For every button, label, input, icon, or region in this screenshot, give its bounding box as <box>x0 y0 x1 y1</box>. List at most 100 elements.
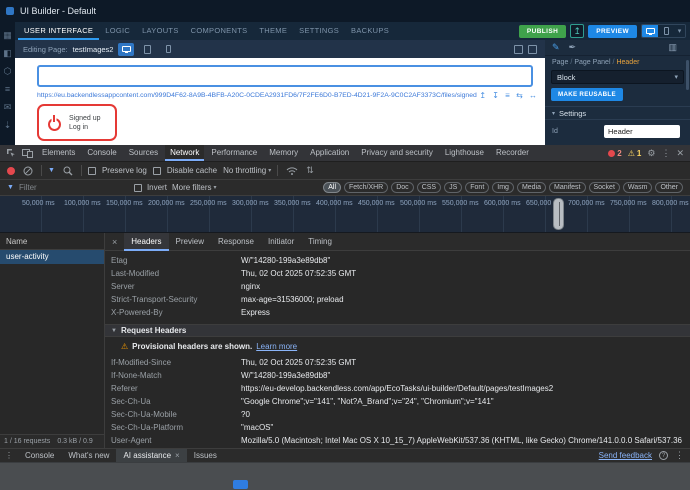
files-icon[interactable]: ⇣ <box>4 121 12 130</box>
tab-backups[interactable]: BACKUPS <box>345 22 395 40</box>
tab-layouts[interactable]: LAYOUTS <box>136 22 185 40</box>
drawer-overflow-icon[interactable]: ⋮ <box>675 450 684 461</box>
component-id-input[interactable] <box>604 125 680 138</box>
chip-font[interactable]: Font <box>465 182 490 193</box>
close-detail-icon[interactable]: × <box>105 237 124 247</box>
invert-checkbox[interactable] <box>133 183 142 192</box>
import-export-har-icon[interactable]: ⇅ <box>306 165 314 176</box>
chip-socket[interactable]: Socket <box>588 182 620 193</box>
tab-privacy-security[interactable]: Privacy and security <box>356 145 438 161</box>
clear-icon[interactable] <box>21 166 35 176</box>
make-reusable-button[interactable]: MAKE REUSABLE <box>551 88 623 101</box>
send-feedback-link[interactable]: Send feedback <box>599 451 652 460</box>
grid-toggle-icon[interactable] <box>528 44 537 54</box>
page-button[interactable] <box>233 480 248 489</box>
tab-user-interface[interactable]: USER INTERFACE <box>18 22 99 40</box>
text-input-component[interactable] <box>37 65 533 87</box>
record-icon[interactable] <box>7 166 15 175</box>
devtools-menu-icon[interactable]: ⋮ <box>661 148 670 159</box>
edit-mode-icon[interactable]: ✎ <box>552 42 560 53</box>
chip-other[interactable]: Other <box>655 182 683 193</box>
preserve-log-checkbox[interactable] <box>87 166 96 175</box>
throttling-select[interactable]: No throttling ▾ <box>223 166 271 175</box>
publish-button[interactable]: PUBLISH <box>518 24 567 38</box>
help-icon[interactable]: ? <box>659 451 668 460</box>
devtools-settings-icon[interactable]: ⚙ <box>647 148 655 159</box>
settings-section-header[interactable]: ▾ Settings <box>545 106 690 120</box>
drawer-tab-issues[interactable]: Issues <box>187 449 224 462</box>
chip-manifest[interactable]: Manifest <box>549 182 586 193</box>
filter-input[interactable] <box>18 183 129 192</box>
device-toolbar-icon[interactable] <box>20 148 35 158</box>
close-drawer-tab-icon[interactable]: × <box>175 449 180 462</box>
tab-timing[interactable]: Timing <box>301 233 339 251</box>
phone-preview-icon[interactable] <box>160 43 176 56</box>
tab-application[interactable]: Application <box>305 145 354 161</box>
panel-layout-icon[interactable]: ▥ <box>668 42 677 53</box>
inspect-element-icon[interactable] <box>4 148 18 158</box>
error-count-badge[interactable]: 2 <box>608 149 622 158</box>
drawer-tab-whats-new[interactable]: What's new <box>61 449 116 462</box>
preview-button[interactable]: PREVIEW <box>588 24 637 38</box>
frontend-icon[interactable]: ▦ <box>3 31 12 40</box>
tab-theme[interactable]: THEME <box>253 22 293 40</box>
devtools-close-icon[interactable]: ✕ <box>676 148 684 159</box>
tab-performance[interactable]: Performance <box>206 145 262 161</box>
data-icon[interactable]: ⬡ <box>4 67 12 76</box>
tab-preview[interactable]: Preview <box>169 233 211 251</box>
chevron-down-icon[interactable]: ▾ <box>674 25 685 37</box>
tab-lighthouse[interactable]: Lighthouse <box>440 145 489 161</box>
tab-settings[interactable]: SETTINGS <box>293 22 345 40</box>
tab-sources[interactable]: Sources <box>124 145 163 161</box>
messaging-icon[interactable]: ✉ <box>4 103 12 112</box>
tab-elements[interactable]: Elements <box>37 145 80 161</box>
tab-recorder[interactable]: Recorder <box>491 145 534 161</box>
component-align-icons[interactable]: ↥ ↧ ≡ ⇆ ↔ <box>479 91 539 100</box>
breadcrumb-header[interactable]: Header <box>616 59 639 66</box>
chip-doc[interactable]: Doc <box>391 182 414 193</box>
chip-img[interactable]: Img <box>492 182 514 193</box>
request-row-selected[interactable]: user-activity <box>0 250 104 264</box>
component-type-dropdown[interactable]: Block ▾ <box>551 70 684 84</box>
viewport-switcher[interactable]: ▾ <box>641 24 686 38</box>
design-canvas[interactable]: https://eu.backendlessappcontent.com/999… <box>15 58 545 145</box>
chip-fetch-xhr[interactable]: Fetch/XHR <box>344 182 389 193</box>
tab-headers[interactable]: Headers <box>124 233 169 251</box>
tab-response[interactable]: Response <box>211 233 261 251</box>
name-column-header[interactable]: Name <box>0 233 104 250</box>
image-url-text[interactable]: https://eu.backendlessappcontent.com/999… <box>37 92 477 99</box>
drawer-tab-console[interactable]: Console <box>18 449 61 462</box>
chip-js[interactable]: JS <box>444 182 463 193</box>
phone-viewport-icon[interactable] <box>658 25 674 37</box>
tablet-preview-icon[interactable] <box>139 43 155 56</box>
drawer-menu-icon[interactable]: ⋮ <box>0 451 18 460</box>
tab-initiator[interactable]: Initiator <box>261 233 301 251</box>
chip-all[interactable]: All <box>323 182 341 193</box>
desktop-preview-icon[interactable] <box>118 42 135 56</box>
network-conditions-icon[interactable] <box>284 166 300 175</box>
tab-components[interactable]: COMPONENTS <box>185 22 254 40</box>
tab-memory[interactable]: Memory <box>264 145 303 161</box>
chip-media[interactable]: Media <box>516 182 547 193</box>
tab-console[interactable]: Console <box>82 145 121 161</box>
chip-css[interactable]: CSS <box>416 182 442 193</box>
breadcrumb-page[interactable]: Page <box>552 59 568 66</box>
drawer-tab-ai-assistance[interactable]: AI assistance × <box>116 449 187 462</box>
timeline-scrubber[interactable] <box>553 198 564 230</box>
search-icon[interactable] <box>61 166 75 176</box>
network-overview-timeline[interactable]: 50,000 ms 100,000 ms 150,000 ms 200,000 … <box>0 196 690 233</box>
fit-canvas-icon[interactable] <box>514 44 523 54</box>
request-headers-section-header[interactable]: ▼ Request Headers <box>105 324 690 337</box>
desktop-viewport-icon[interactable] <box>642 25 658 37</box>
style-mode-icon[interactable]: ✒ <box>569 42 577 53</box>
breadcrumb-page-panel[interactable]: Page Panel <box>574 59 610 66</box>
upload-button[interactable]: ↥ <box>570 24 585 38</box>
chip-wasm[interactable]: Wasm <box>622 182 653 193</box>
logic-icon[interactable]: ≡ <box>5 85 10 94</box>
theme-icon[interactable]: ◧ <box>3 49 12 58</box>
tab-logic[interactable]: LOGIC <box>99 22 136 40</box>
more-filters-dropdown[interactable]: More filters ▾ <box>172 183 217 192</box>
signup-card-component[interactable]: Signed up Log in <box>37 104 117 141</box>
scrollbar[interactable] <box>686 60 689 90</box>
warning-count-badge[interactable]: ⚠ 1 <box>628 149 642 158</box>
